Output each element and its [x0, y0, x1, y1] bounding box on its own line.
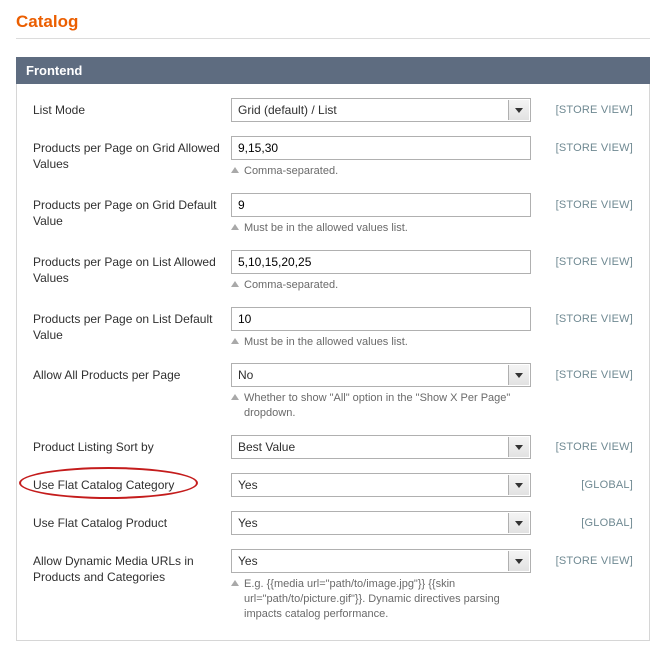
- field-hint: Whether to show "All" option in the "Sho…: [231, 391, 531, 421]
- config-row-allow-all-products-per-page: Allow All Products per Page No Whether to …: [33, 363, 633, 421]
- scope-col: [STORE VIEW]: [531, 363, 633, 381]
- use-flat-catalog-product-select[interactable]: Yes: [231, 511, 531, 535]
- scope-col: [STORE VIEW]: [531, 307, 633, 325]
- field-hint: Comma-separated.: [231, 164, 531, 179]
- field-label: Use Flat Catalog Category: [33, 473, 231, 493]
- field-hint-text: E.g. {{media url="path/to/image.jpg"}} {…: [244, 577, 531, 622]
- select-value: No: [238, 368, 253, 382]
- allow-all-products-per-page-select[interactable]: No: [231, 363, 531, 387]
- field-control-wrap: Yes E.g. {{media url="path/to/image.jpg"}…: [231, 549, 531, 622]
- products-per-page-on-list-default-value-input[interactable]: [231, 307, 531, 331]
- chevron-down-icon: [508, 513, 529, 533]
- highlight-ellipse: [19, 467, 198, 499]
- allow-dynamic-media-urls-in-products-and-select[interactable]: Yes: [231, 549, 531, 573]
- field-control-wrap: Must be in the allowed values list.: [231, 307, 531, 350]
- chevron-down-icon: [508, 100, 529, 120]
- select-value: Best Value: [238, 440, 295, 454]
- products-per-page-on-grid-default-value-input[interactable]: [231, 193, 531, 217]
- scope-label: [STORE VIEW]: [556, 441, 633, 453]
- scope-label: [STORE VIEW]: [556, 369, 633, 381]
- field-hint-text: Must be in the allowed values list.: [244, 221, 408, 236]
- field-hint: Must be in the allowed values list.: [231, 221, 531, 236]
- field-label: Products per Page on Grid Default Value: [33, 193, 231, 229]
- product-listing-sort-by-select[interactable]: Best Value: [231, 435, 531, 459]
- config-row-use-flat-catalog-product: Use Flat Catalog Product Yes [GLOBAL]: [33, 511, 633, 535]
- section-frontend: Frontend List Mode Grid (default) / List […: [16, 57, 650, 641]
- select-value: Yes: [238, 516, 258, 530]
- scope-label: [STORE VIEW]: [556, 555, 633, 567]
- hint-marker-icon: [231, 281, 239, 287]
- field-label: List Mode: [33, 98, 231, 118]
- select-value: Yes: [238, 554, 258, 568]
- chevron-down-icon: [508, 551, 529, 571]
- scope-col: [GLOBAL]: [531, 511, 633, 529]
- config-row-products-per-page-on-grid-allowed-values: Products per Page on Grid Allowed Values…: [33, 136, 633, 179]
- section-body: List Mode Grid (default) / List [STORE VIE…: [16, 84, 650, 641]
- field-control-wrap: Yes: [231, 473, 531, 497]
- products-per-page-on-grid-allowed-values-input[interactable]: [231, 136, 531, 160]
- scope-col: [STORE VIEW]: [531, 193, 633, 211]
- field-hint: Comma-separated.: [231, 278, 531, 293]
- page-title: Catalog: [16, 12, 650, 32]
- hint-marker-icon: [231, 338, 239, 344]
- field-label: Products per Page on List Default Value: [33, 307, 231, 343]
- field-label: Products per Page on Grid Allowed Values: [33, 136, 231, 172]
- scope-label: [STORE VIEW]: [556, 199, 633, 211]
- config-row-list-mode: List Mode Grid (default) / List [STORE VIE…: [33, 98, 633, 122]
- field-control-wrap: Best Value: [231, 435, 531, 459]
- scope-col: [STORE VIEW]: [531, 136, 633, 154]
- field-label: Products per Page on List Allowed Values: [33, 250, 231, 286]
- hint-marker-icon: [231, 580, 239, 586]
- config-row-products-per-page-on-list-allowed-values: Products per Page on List Allowed Values…: [33, 250, 633, 293]
- config-row-products-per-page-on-grid-default-value: Products per Page on Grid Default Value M…: [33, 193, 633, 236]
- scope-label: [STORE VIEW]: [556, 256, 633, 268]
- chevron-down-icon: [508, 365, 529, 385]
- chevron-down-icon: [508, 437, 529, 457]
- scope-label: [STORE VIEW]: [556, 142, 633, 154]
- config-row-product-listing-sort-by: Product Listing Sort by Best Value [STORE …: [33, 435, 633, 459]
- use-flat-catalog-category-select[interactable]: Yes: [231, 473, 531, 497]
- field-control-wrap: Grid (default) / List: [231, 98, 531, 122]
- field-hint: E.g. {{media url="path/to/image.jpg"}} {…: [231, 577, 531, 622]
- scope-col: [STORE VIEW]: [531, 549, 633, 567]
- hint-marker-icon: [231, 167, 239, 173]
- field-hint-text: Whether to show "All" option in the "Sho…: [244, 391, 531, 421]
- scope-label: [GLOBAL]: [581, 517, 633, 529]
- field-label: Product Listing Sort by: [33, 435, 231, 455]
- list-mode-select[interactable]: Grid (default) / List: [231, 98, 531, 122]
- field-label: Allow Dynamic Media URLs in Products and…: [33, 549, 231, 585]
- select-value: Grid (default) / List: [238, 103, 337, 117]
- hint-marker-icon: [231, 224, 239, 230]
- scope-col: [STORE VIEW]: [531, 435, 633, 453]
- field-hint-text: Comma-separated.: [244, 278, 338, 293]
- field-label: Allow All Products per Page: [33, 363, 231, 383]
- field-control-wrap: Yes: [231, 511, 531, 535]
- field-control-wrap: Must be in the allowed values list.: [231, 193, 531, 236]
- scope-label: [STORE VIEW]: [556, 104, 633, 116]
- scope-col: [STORE VIEW]: [531, 98, 633, 116]
- hint-marker-icon: [231, 394, 239, 400]
- field-hint-text: Comma-separated.: [244, 164, 338, 179]
- field-control-wrap: No Whether to show "All" option in the "S…: [231, 363, 531, 421]
- field-hint-text: Must be in the allowed values list.: [244, 335, 408, 350]
- scope-label: [STORE VIEW]: [556, 313, 633, 325]
- field-label: Use Flat Catalog Product: [33, 511, 231, 531]
- scope-col: [STORE VIEW]: [531, 250, 633, 268]
- field-control-wrap: Comma-separated.: [231, 250, 531, 293]
- field-hint: Must be in the allowed values list.: [231, 335, 531, 350]
- chevron-down-icon: [508, 475, 529, 495]
- section-header[interactable]: Frontend: [16, 57, 650, 84]
- scope-col: [GLOBAL]: [531, 473, 633, 491]
- select-value: Yes: [238, 478, 258, 492]
- config-row-use-flat-catalog-category: Use Flat Catalog Category Yes [GLOBAL]: [33, 473, 633, 497]
- config-row-products-per-page-on-list-default-value: Products per Page on List Default Value M…: [33, 307, 633, 350]
- title-divider: [16, 38, 650, 39]
- products-per-page-on-list-allowed-values-input[interactable]: [231, 250, 531, 274]
- config-row-allow-dynamic-media-urls-in-products-and: Allow Dynamic Media URLs in Products and…: [33, 549, 633, 622]
- field-control-wrap: Comma-separated.: [231, 136, 531, 179]
- scope-label: [GLOBAL]: [581, 479, 633, 491]
